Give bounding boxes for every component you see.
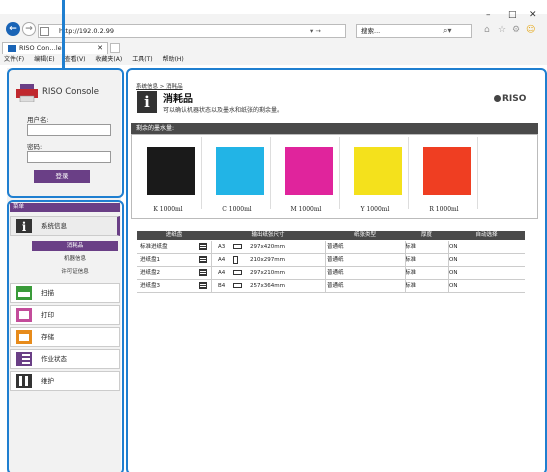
menu-tools[interactable]: 工具(T) bbox=[132, 55, 152, 65]
menu-area-callout bbox=[7, 200, 124, 472]
maximize-icon[interactable]: □ bbox=[508, 10, 517, 20]
login-area-callout bbox=[7, 68, 124, 198]
menu-help[interactable]: 帮助(H) bbox=[163, 55, 184, 65]
close-window-icon[interactable]: ✕ bbox=[529, 10, 537, 20]
callout-line bbox=[62, 0, 65, 68]
content-area-callout bbox=[126, 68, 547, 472]
settings-gear-icon[interactable]: ⚙ bbox=[512, 25, 520, 35]
favorites-star-icon[interactable]: ☆ bbox=[498, 25, 506, 35]
page-icon bbox=[40, 27, 49, 36]
smiley-icon[interactable]: ☺ bbox=[526, 25, 535, 35]
menu-view[interactable]: 查看(V) bbox=[65, 55, 86, 65]
home-icon[interactable]: ⌂ bbox=[484, 25, 490, 35]
window-top bbox=[0, 0, 547, 14]
back-button[interactable]: ← bbox=[6, 22, 20, 36]
search-icon[interactable]: ⌕▾ bbox=[443, 24, 452, 38]
minimize-icon[interactable]: – bbox=[486, 10, 491, 20]
menu-bar: 文件(F) 编辑(E) 查看(V) 收藏夹(A) 工具(T) 帮助(H) bbox=[0, 55, 547, 65]
tab-favicon-icon bbox=[8, 45, 16, 52]
forward-button[interactable]: → bbox=[22, 22, 36, 36]
tab-title: RISO Con…le bbox=[19, 44, 62, 52]
menu-file[interactable]: 文件(F) bbox=[4, 55, 24, 65]
new-tab-button[interactable] bbox=[110, 43, 120, 53]
tab-close-icon[interactable]: ✕ bbox=[97, 43, 103, 54]
menu-edit[interactable]: 编辑(E) bbox=[34, 55, 54, 65]
menu-favorites[interactable]: 收藏夹(A) bbox=[95, 55, 122, 65]
browser-tab[interactable]: RISO Con…le ✕ bbox=[2, 42, 108, 54]
refresh-arrow-icon[interactable]: ▾ → bbox=[310, 24, 321, 38]
search-input[interactable]: 搜索... bbox=[356, 24, 472, 38]
address-bar[interactable]: http://192.0.2.99 bbox=[38, 24, 346, 38]
